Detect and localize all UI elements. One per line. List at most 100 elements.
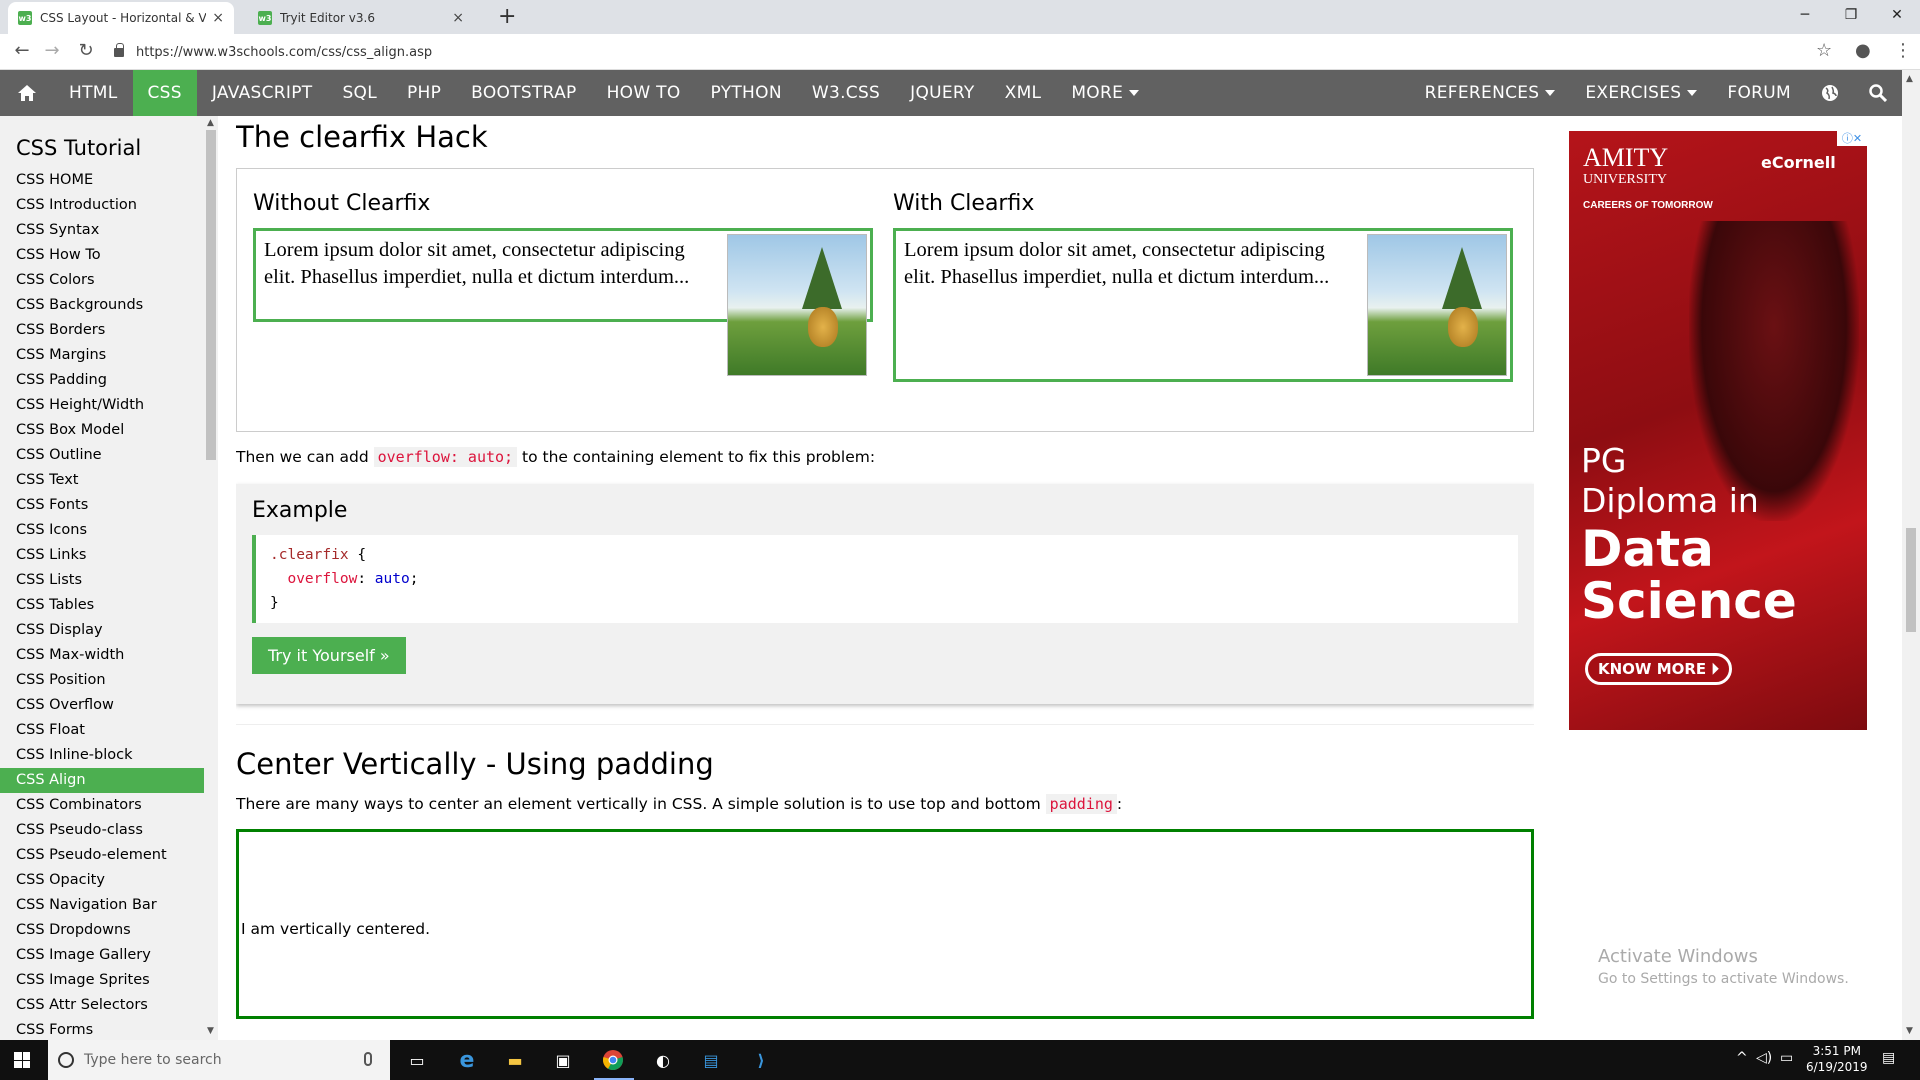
store-icon[interactable]: ▣ <box>550 1048 576 1072</box>
ad-choices-icon[interactable]: ⓘ✕ <box>1837 131 1867 146</box>
scroll-down-icon[interactable]: ▼ <box>207 1026 214 1036</box>
sidebar-item-css-text[interactable]: CSS Text <box>0 468 204 493</box>
new-tab-button[interactable]: + <box>498 4 516 29</box>
eclipse-icon[interactable]: ◐ <box>650 1048 676 1072</box>
nav-javascript[interactable]: JAVASCRIPT <box>197 70 328 116</box>
sidebar-item-css-opacity[interactable]: CSS Opacity <box>0 868 204 893</box>
sidebar-scroll-thumb[interactable] <box>206 130 216 460</box>
globe-icon[interactable] <box>1806 70 1854 116</box>
microphone-icon[interactable] <box>364 1052 372 1066</box>
sidebar-item-css-box-model[interactable]: CSS Box Model <box>0 418 204 443</box>
sidebar-item-css-borders[interactable]: CSS Borders <box>0 318 204 343</box>
nav-xml[interactable]: XML <box>990 70 1057 116</box>
sidebar-item-css-introduction[interactable]: CSS Introduction <box>0 193 204 218</box>
sidebar-item-css-display[interactable]: CSS Display <box>0 618 204 643</box>
nav-sql[interactable]: SQL <box>327 70 392 116</box>
document-icon[interactable]: ▤ <box>698 1048 724 1072</box>
sidebar-item-css-icons[interactable]: CSS Icons <box>0 518 204 543</box>
nav-how-to[interactable]: HOW TO <box>592 70 696 116</box>
maximize-icon[interactable]: ❐ <box>1828 0 1874 30</box>
advertisement[interactable]: ⓘ✕ AMITY UNIVERSITY CAREERS OF TOMORROW … <box>1569 131 1867 730</box>
sidebar-item-css-image-gallery[interactable]: CSS Image Gallery <box>0 943 204 968</box>
forward-icon[interactable]: → <box>40 40 64 61</box>
tray-chevron-icon[interactable]: ^ <box>1736 1050 1748 1066</box>
page-scroll-thumb[interactable] <box>1906 528 1916 632</box>
sidebar-item-css-navigation-bar[interactable]: CSS Navigation Bar <box>0 893 204 918</box>
sidebar-item-css-lists[interactable]: CSS Lists <box>0 568 204 593</box>
bookmark-star-icon[interactable]: ☆ <box>1816 40 1832 61</box>
windows-start-icon[interactable] <box>14 1052 30 1068</box>
sidebar-item-css-tables[interactable]: CSS Tables <box>0 593 204 618</box>
sidebar-item-css-home[interactable]: CSS HOME <box>0 168 204 193</box>
minimize-icon[interactable]: ─ <box>1782 0 1828 30</box>
taskbar-search[interactable]: Type here to search <box>48 1040 390 1080</box>
sidebar-item-css-how-to[interactable]: CSS How To <box>0 243 204 268</box>
task-view-icon[interactable]: ▭ <box>404 1048 430 1072</box>
nav-w3css[interactable]: W3.CSS <box>797 70 895 116</box>
sidebar-item-css-dropdowns[interactable]: CSS Dropdowns <box>0 918 204 943</box>
sidebar-item-css-max-width[interactable]: CSS Max-width <box>0 643 204 668</box>
sidebar-item-css-overflow[interactable]: CSS Overflow <box>0 693 204 718</box>
close-icon[interactable]: × <box>212 10 224 26</box>
sidebar-item-css-inline-block[interactable]: CSS Inline-block <box>0 743 204 768</box>
tab-css-layout[interactable]: w3 CSS Layout - Horizontal & Vertic × <box>8 2 234 34</box>
sidebar-item-css-outline[interactable]: CSS Outline <box>0 443 204 468</box>
sidebar-item-css-syntax[interactable]: CSS Syntax <box>0 218 204 243</box>
tab-tryit-editor[interactable]: w3 Tryit Editor v3.6 × <box>248 2 474 34</box>
sidebar-item-css-pseudo-class[interactable]: CSS Pseudo-class <box>0 818 204 843</box>
sidebar-item-css-combinators[interactable]: CSS Combinators <box>0 793 204 818</box>
nav-css[interactable]: CSS <box>132 70 197 116</box>
nav-html[interactable]: HTML <box>54 70 133 116</box>
nav-references[interactable]: REFERENCES <box>1410 70 1571 116</box>
nav-php[interactable]: PHP <box>392 70 456 116</box>
sidebar-item-css-colors[interactable]: CSS Colors <box>0 268 204 293</box>
notifications-icon[interactable]: ▤ <box>1882 1050 1895 1066</box>
scroll-up-icon[interactable]: ▲ <box>1906 74 1913 84</box>
sidebar-item-css-align[interactable]: CSS Align <box>0 768 204 793</box>
back-icon[interactable]: ← <box>10 40 34 61</box>
sidebar-item-css-fonts[interactable]: CSS Fonts <box>0 493 204 518</box>
vscode-icon[interactable]: ⟩ <box>748 1048 774 1072</box>
volume-icon[interactable]: ◁) <box>1756 1050 1772 1066</box>
search-icon[interactable] <box>1854 70 1902 116</box>
menu-icon[interactable]: ⋮ <box>1894 40 1912 61</box>
nav-python[interactable]: PYTHON <box>696 70 797 116</box>
close-icon[interactable]: × <box>452 10 464 26</box>
scroll-down-icon[interactable]: ▼ <box>1906 1026 1913 1036</box>
network-icon[interactable]: ▭ <box>1780 1050 1793 1066</box>
try-it-yourself-button[interactable]: Try it Yourself » <box>252 637 406 674</box>
ad-know-more-button[interactable]: KNOW MORE ⏵ <box>1585 653 1732 685</box>
profile-icon[interactable]: ● <box>1855 40 1871 61</box>
chrome-icon[interactable] <box>600 1048 626 1072</box>
sidebar-item-css-links[interactable]: CSS Links <box>0 543 204 568</box>
code-semicolon: ; <box>409 571 419 587</box>
window-close-icon[interactable]: ✕ <box>1874 0 1920 30</box>
sidebar-item-css-padding[interactable]: CSS Padding <box>0 368 204 393</box>
sidebar-item-css-float[interactable]: CSS Float <box>0 718 204 743</box>
sidebar-item-css-height-width[interactable]: CSS Height/Width <box>0 393 204 418</box>
section2-title: Center Vertically - Using padding <box>236 747 714 781</box>
sidebar-item-css-margins[interactable]: CSS Margins <box>0 343 204 368</box>
taskbar-clock[interactable]: 3:51 PM 6/19/2019 <box>1806 1043 1868 1075</box>
sidebar-item-css-attr-selectors[interactable]: CSS Attr Selectors <box>0 993 204 1018</box>
nav-bootstrap[interactable]: BOOTSTRAP <box>456 70 591 116</box>
nav-forum[interactable]: FORUM <box>1712 70 1806 116</box>
reload-icon[interactable]: ↻ <box>74 40 98 61</box>
page-scrollbar[interactable]: ▲ ▼ <box>1902 70 1920 1040</box>
without-clearfix-box: Lorem ipsum dolor sit amet, consectetur … <box>253 228 873 376</box>
nav-more[interactable]: MORE <box>1056 70 1154 116</box>
edge-icon[interactable]: e <box>454 1048 480 1073</box>
scroll-up-icon[interactable]: ▲ <box>207 118 214 128</box>
home-icon[interactable] <box>0 70 54 116</box>
sidebar-item-css-forms[interactable]: CSS Forms <box>0 1018 204 1040</box>
sidebar-scrollbar[interactable]: ▲ ▼ <box>204 116 218 1040</box>
nav-jquery[interactable]: JQUERY <box>895 70 990 116</box>
sidebar-item-css-pseudo-element[interactable]: CSS Pseudo-element <box>0 843 204 868</box>
file-explorer-icon[interactable]: ▬ <box>502 1048 528 1072</box>
url-field[interactable]: https://www.w3schools.com/css/css_align.… <box>114 41 1814 63</box>
sidebar-item-css-position[interactable]: CSS Position <box>0 668 204 693</box>
nav-exercises[interactable]: EXERCISES <box>1570 70 1712 116</box>
sidebar-item-css-image-sprites[interactable]: CSS Image Sprites <box>0 968 204 993</box>
sidebar-item-css-backgrounds[interactable]: CSS Backgrounds <box>0 293 204 318</box>
caret-down-icon <box>1545 90 1556 96</box>
